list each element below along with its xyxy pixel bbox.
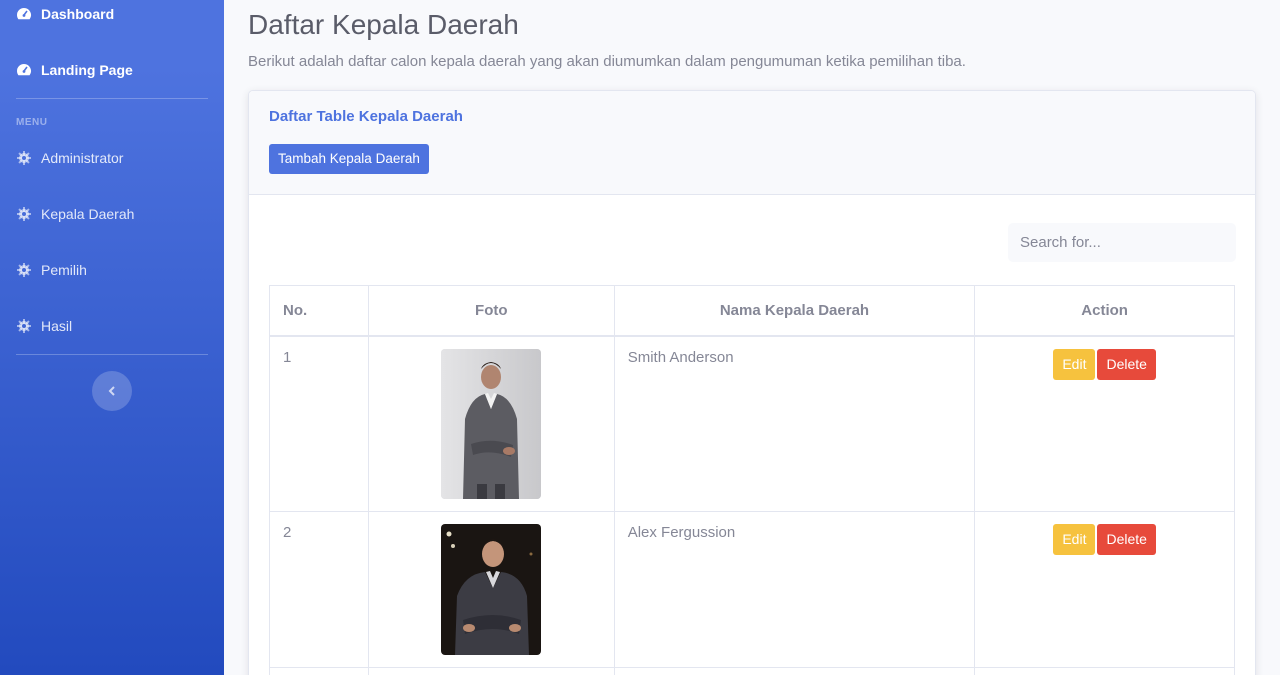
action-cell: Edit Delete	[974, 510, 1235, 668]
column-header-foto: Foto	[367, 285, 615, 337]
sidebar-item-label: Administrator	[41, 150, 124, 166]
cog-icon	[17, 207, 31, 221]
nav-dashboard[interactable]: Dashboard	[16, 4, 114, 24]
tachometer-icon	[17, 64, 31, 76]
column-header-action: Action	[974, 285, 1235, 337]
man-in-grey-suit-photo	[441, 348, 542, 499]
sidebar: Dashboard Landing Page MENU Administrato…	[0, 0, 224, 675]
add-kepala-daerah-button[interactable]: Tambah Kepala Daerah	[269, 144, 429, 174]
edit-button[interactable]: Edit	[1053, 348, 1096, 380]
photo-cell	[367, 666, 615, 675]
sidebar-item-pemilih[interactable]: Pemilih	[16, 260, 87, 280]
cog-icon	[17, 319, 31, 333]
card-title: Daftar Table Kepala Daerah	[269, 108, 463, 125]
column-header-nama: Nama Kepala Daerah	[613, 285, 976, 337]
column-header-no: No.	[269, 285, 369, 337]
cog-icon	[17, 263, 31, 277]
search-input[interactable]	[1008, 223, 1236, 262]
action-cell	[974, 666, 1235, 675]
edit-button[interactable]: Edit	[1053, 523, 1096, 555]
sidebar-item-label: Pemilih	[41, 262, 87, 278]
action-cell: Edit Delete	[974, 335, 1235, 512]
sidebar-item-label: Hasil	[41, 318, 73, 334]
tachometer-icon	[17, 8, 31, 20]
name-cell: Alex Fergussion	[613, 510, 976, 668]
chevron-left-icon	[108, 386, 115, 396]
row-number: 1	[269, 335, 369, 512]
sidebar-heading: MENU	[16, 117, 48, 128]
table-header-row: No. Foto Nama Kepala Daerah Action	[269, 285, 1235, 337]
photo-cell	[367, 335, 615, 512]
data-card: Daftar Table Kepala Daerah Tambah Kepala…	[248, 90, 1256, 675]
delete-button[interactable]: Delete	[1097, 348, 1156, 380]
page-title: Daftar Kepala Daerah	[248, 9, 519, 40]
table-row	[269, 666, 1235, 675]
page-description: Berikut adalah daftar calon kepala daera…	[248, 53, 966, 70]
table-row: 1 Smith Anderson Edit Delete	[269, 335, 1235, 512]
man-in-dark-suit-photo	[441, 523, 542, 655]
nav-landing-label: Landing Page	[41, 62, 133, 78]
name-cell	[613, 666, 976, 675]
nav-dashboard-label: Dashboard	[41, 6, 115, 22]
sidebar-item-label: Kepala Daerah	[41, 206, 135, 222]
row-number	[269, 666, 369, 675]
cog-icon	[17, 151, 31, 165]
sidebar-item-kepala-daerah[interactable]: Kepala Daerah	[16, 204, 134, 224]
delete-button[interactable]: Delete	[1097, 523, 1156, 555]
kepala-daerah-table: No. Foto Nama Kepala Daerah Action 1 Smi…	[269, 285, 1235, 675]
sidebar-divider	[16, 354, 208, 355]
nav-landing-page[interactable]: Landing Page	[16, 60, 133, 80]
row-number: 2	[269, 510, 369, 668]
photo-cell	[367, 510, 615, 668]
table-row: 2 Alex Fergussion Edit Delete	[269, 510, 1235, 668]
sidebar-toggle-button[interactable]	[92, 371, 132, 411]
card-header: Daftar Table Kepala Daerah Tambah Kepala…	[249, 91, 1255, 195]
sidebar-item-administrator[interactable]: Administrator	[16, 148, 123, 168]
sidebar-divider	[16, 98, 208, 99]
sidebar-item-hasil[interactable]: Hasil	[16, 316, 72, 336]
name-cell: Smith Anderson	[613, 335, 976, 512]
